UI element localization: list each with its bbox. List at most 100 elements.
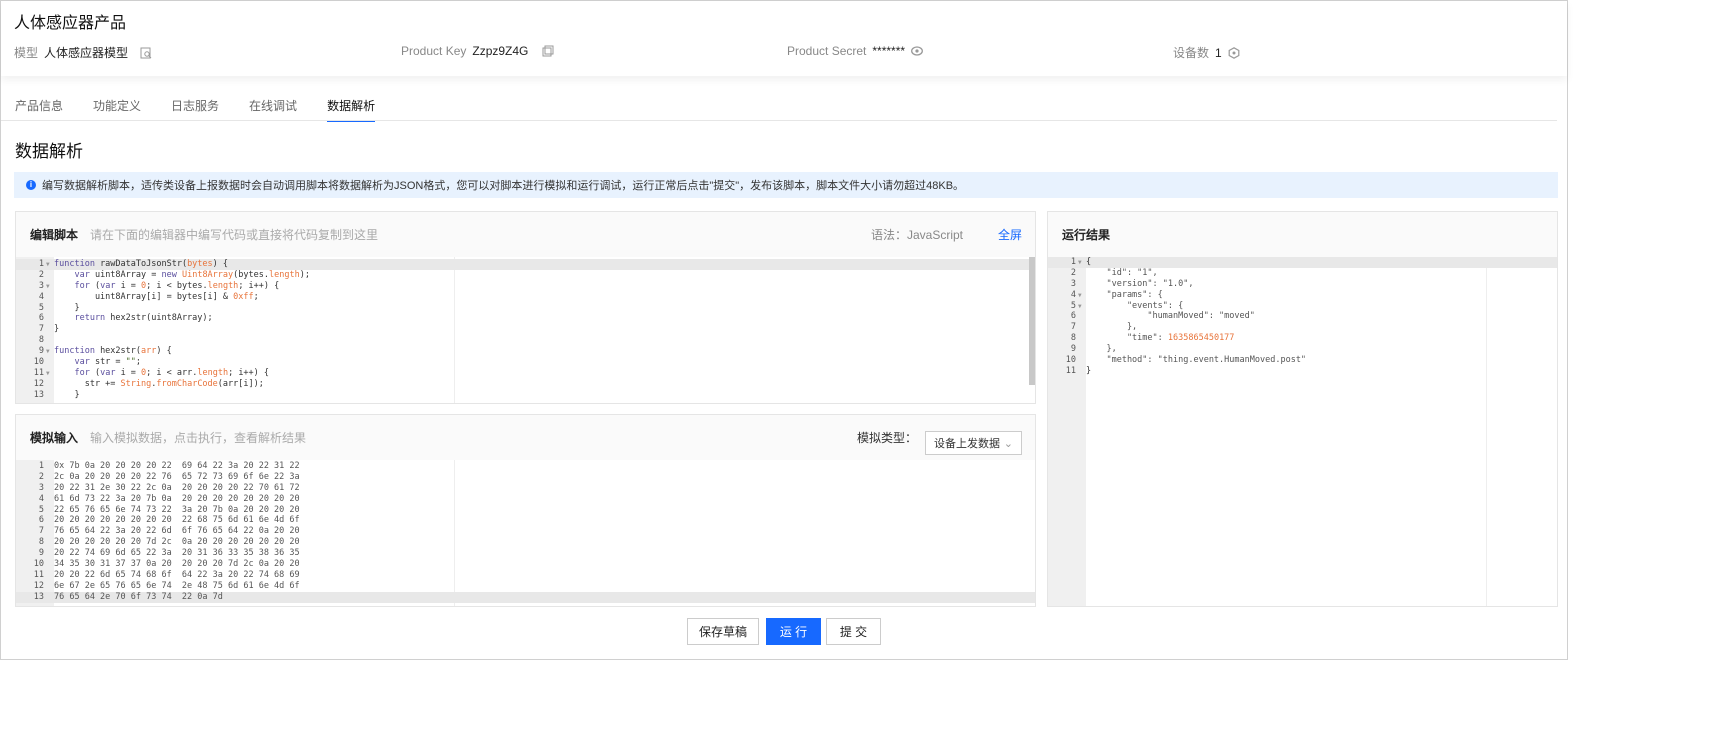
code-token: "" xyxy=(125,357,136,368)
code-line: 8 "time": 1635865450177 xyxy=(1048,333,1557,344)
simulate-input-header: 模拟输入 输入模拟数据，点击执行，查看解析结果 模拟类型： 设备上发数据 ⌄ xyxy=(16,415,1035,460)
script-code-editor[interactable]: 1 ▼ function rawDataToJsonStr(bytes) {2 va… xyxy=(16,257,1035,403)
code-line: 5 22 65 76 65 6e 74 73 22 3a 20 7b 0a 20… xyxy=(16,505,1035,516)
code-text: 20 20 22 6d 65 74 68 6f 64 22 3a 20 22 7… xyxy=(54,569,300,580)
code-text: 76 65 64 2e 70 6f 73 74 22 0a 7d xyxy=(54,591,223,602)
code-token: uint8Array = xyxy=(94,269,162,280)
line-number: 13 xyxy=(33,389,44,400)
line-number: 10 xyxy=(33,559,44,570)
product-key-info: Product Key Zzpz9Z4G xyxy=(401,44,554,58)
code-token: }, xyxy=(1086,344,1117,355)
code-token: ; i++) { xyxy=(238,280,280,291)
tab-divider xyxy=(1,120,1557,121)
code-token: return xyxy=(54,313,111,324)
line-number: 3 xyxy=(38,482,44,493)
code-token: var xyxy=(100,367,121,378)
tab-data-parsing[interactable]: 数据解析 xyxy=(327,97,376,122)
tab-online-debug[interactable]: 在线调试 xyxy=(249,97,297,122)
simulate-type-select[interactable]: 设备上发数据 ⌄ xyxy=(925,431,1022,455)
script-editor-panel: 编辑脚本 请在下面的编辑器中编写代码或直接将代码复制到这里 语法：JavaScr… xyxy=(15,211,1036,404)
code-line: 2 "id": "1", xyxy=(1048,268,1557,279)
syntax-label: 语法：JavaScript xyxy=(870,228,963,242)
script-editor-hint: 请在下面的编辑器中编写代码或直接将代码复制到这里 xyxy=(90,228,379,242)
product-key-label: Product Key xyxy=(401,44,467,58)
code-line: 6 20 20 20 20 20 20 20 20 22 68 75 6d 61… xyxy=(16,515,1035,526)
code-text: 2c 0a 20 20 20 20 22 76 65 72 73 69 6f 6… xyxy=(54,471,300,482)
code-line: 3 ▼ for (var i = 0; i < bytes.length; i++… xyxy=(16,281,1035,292)
model-info: 模型 人体感应器模型 xyxy=(14,44,152,61)
view-model-icon[interactable] xyxy=(140,47,152,59)
code-token: hex2str(uint8Array); xyxy=(110,313,213,324)
line-number: 1 xyxy=(1070,257,1076,267)
code-token: { xyxy=(1086,257,1092,267)
run-result-header: 运行结果 xyxy=(1048,212,1557,257)
code-token: ) { xyxy=(156,346,172,357)
code-text: 20 22 31 2e 30 22 2c 0a 20 20 20 20 22 7… xyxy=(54,482,300,493)
model-value: 人体感应器模型 xyxy=(44,46,129,60)
code-token: new xyxy=(161,269,182,280)
device-icon[interactable] xyxy=(1228,46,1240,59)
code-token: "params": { xyxy=(1086,289,1163,300)
code-line: 11 ▼ for (var i = 0; i < arr.length; i++)… xyxy=(16,368,1035,379)
simulate-data-editor[interactable]: 1 0x 7b 0a 20 20 20 20 22 69 64 22 3a 20… xyxy=(16,460,1035,606)
code-line: 12 6e 67 2e 65 76 65 6e 74 2e 48 75 6d 6… xyxy=(16,581,1035,592)
simulate-input-panel: 模拟输入 输入模拟数据，点击执行，查看解析结果 模拟类型： 设备上发数据 ⌄ 1… xyxy=(15,414,1036,607)
code-token: }, xyxy=(1086,322,1138,333)
code-line: 9 }, xyxy=(1048,344,1557,355)
code-token: ; xyxy=(135,357,142,368)
product-secret-value: ******* xyxy=(872,44,906,58)
code-token: bytes xyxy=(187,259,213,269)
code-token: var xyxy=(54,357,95,368)
code-line: 2 var uint8Array = new Uint8Array(bytes.… xyxy=(16,270,1035,281)
submit-button[interactable]: 提 交 xyxy=(826,618,881,645)
code-line: 4 uint8Array[i] = bytes[i] & 0xff; xyxy=(16,292,1035,303)
code-line: 2 2c 0a 20 20 20 20 22 76 65 72 73 69 6f… xyxy=(16,472,1035,483)
code-token: String xyxy=(120,378,152,389)
script-editor-header: 编辑脚本 请在下面的编辑器中编写代码或直接将代码复制到这里 语法：JavaScr… xyxy=(16,212,1035,257)
line-number: 6 xyxy=(1070,311,1076,322)
code-token: var xyxy=(54,269,95,280)
code-token: (arr[i]); xyxy=(217,378,264,389)
run-result-viewer[interactable]: 1 ▼{2 "id": "1", 3 "version": "1.0", 4 ▼ "pa… xyxy=(1048,257,1557,606)
run-button[interactable]: 运 行 xyxy=(766,618,821,645)
code-token: rawDataToJsonStr( xyxy=(100,259,188,269)
line-number: 9 xyxy=(38,346,44,357)
tab-product-info[interactable]: 产品信息 xyxy=(15,97,63,122)
line-number: 8 xyxy=(38,335,44,346)
code-line: 7 }, xyxy=(1048,322,1557,333)
line-number: 9 xyxy=(1070,344,1076,355)
product-header: 人体感应器产品 模型 人体感应器模型 Product Key Zzpz9Z4G … xyxy=(1,1,1567,76)
code-line: 4 61 6d 73 22 3a 20 7b 0a 20 20 20 20 20… xyxy=(16,494,1035,505)
chevron-down-icon: ⌄ xyxy=(1003,437,1013,450)
eye-icon[interactable] xyxy=(911,45,924,57)
code-token: (bytes. xyxy=(233,269,269,280)
code-token: arr xyxy=(141,346,157,357)
copy-icon[interactable] xyxy=(542,45,554,57)
code-text: 0x 7b 0a 20 20 20 20 22 69 64 22 3a 20 2… xyxy=(54,461,300,471)
info-banner: i 编写数据解析脚本，适传类设备上报数据时会自动调用脚本将数据解析为JSON格式… xyxy=(14,172,1558,198)
line-number: 5 xyxy=(38,504,44,515)
code-token: str += xyxy=(54,378,121,389)
tab-log-service[interactable]: 日志服务 xyxy=(171,97,219,122)
save-draft-button[interactable]: 保存草稿 xyxy=(687,618,759,645)
fullscreen-link[interactable]: 全屏 xyxy=(998,226,1022,243)
code-token: ; i < arr. xyxy=(146,367,198,378)
model-label: 模型 xyxy=(14,46,39,60)
code-line: 4 ▼ "params": { xyxy=(1048,290,1557,301)
code-token: str = xyxy=(94,357,126,368)
line-number: 2 xyxy=(38,471,44,482)
tab-bar: 产品信息 功能定义 日志服务 在线调试 数据解析 xyxy=(15,97,405,122)
scrollbar[interactable] xyxy=(1029,257,1035,385)
code-token: 0xff xyxy=(233,291,254,302)
code-token: for xyxy=(54,367,95,378)
run-result-panel: 运行结果 1 ▼{2 "id": "1", 3 "version": "1.0", 4… xyxy=(1047,211,1558,607)
line-number: 13 xyxy=(33,591,44,602)
line-number: 3 xyxy=(38,280,44,291)
code-text: 20 20 20 20 20 20 20 20 22 68 75 6d 61 6… xyxy=(54,515,300,526)
line-number: 10 xyxy=(33,357,44,368)
line-number: 5 xyxy=(38,302,44,313)
line-number: 9 xyxy=(38,548,44,559)
line-number: 7 xyxy=(1070,322,1076,333)
tab-function-definition[interactable]: 功能定义 xyxy=(93,97,141,122)
code-token: var xyxy=(100,280,121,291)
